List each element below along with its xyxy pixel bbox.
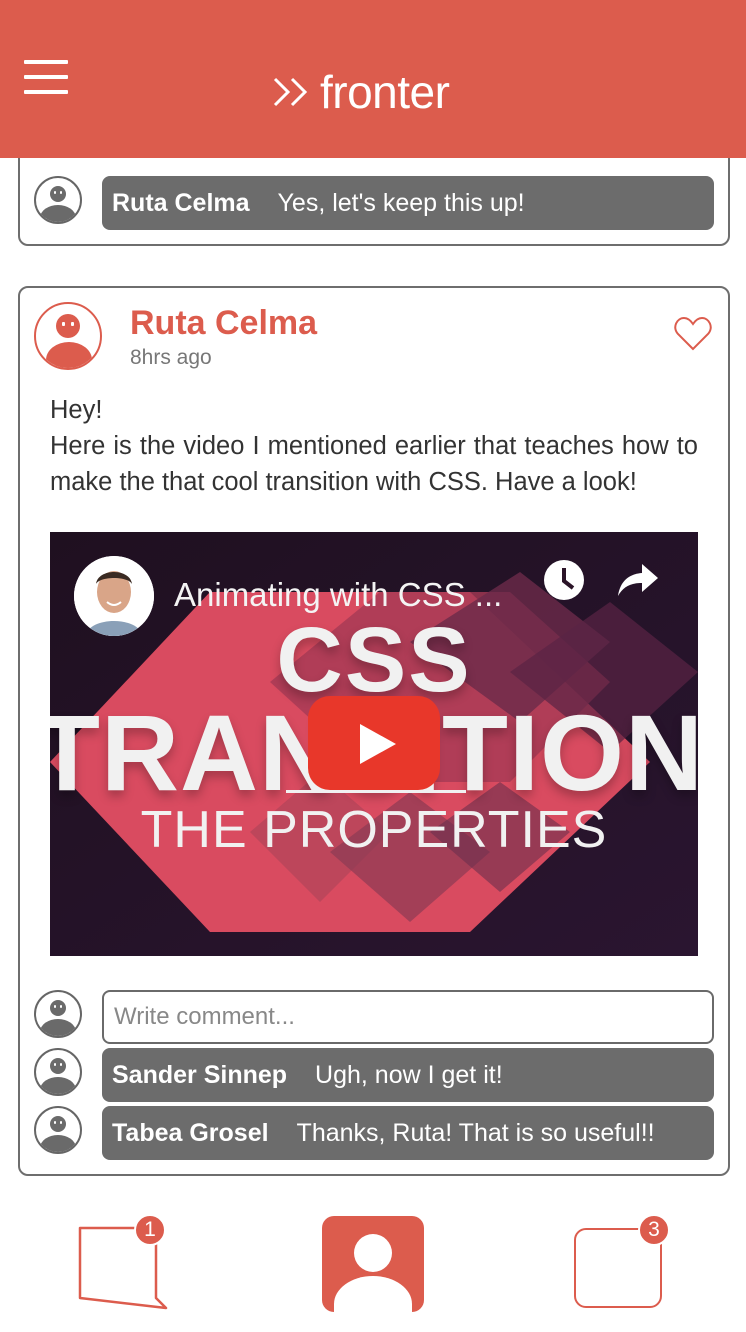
thumbnail-divider	[286, 790, 466, 793]
post-time: 8hrs ago	[130, 346, 212, 369]
comment-text: Yes, let's keep this up!	[277, 188, 525, 217]
thumbnail-subtitle: THE PROPERTIES	[140, 801, 608, 859]
post-author[interactable]: Ruta Celma	[130, 304, 317, 343]
share-icon[interactable]	[616, 560, 660, 600]
messages-badge: 1	[134, 1214, 166, 1246]
current-user-avatar	[34, 990, 82, 1038]
comment-text: Thanks, Ruta! That is so useful!!	[296, 1118, 655, 1147]
video-embed[interactable]: Animating with CSS ... CSS TRANSITIONS T…	[50, 532, 698, 956]
watch-later-icon[interactable]	[542, 558, 586, 602]
comment-bubble: Sander Sinnep Ugh, now I get it!	[102, 1048, 714, 1102]
post-line: Hey!	[50, 396, 103, 424]
notifications-tab[interactable]: 3	[574, 1214, 670, 1308]
notifications-badge: 3	[638, 1214, 670, 1246]
post-line: Here is the video I mentioned earlier th…	[50, 432, 698, 496]
comment-bubble: Ruta Celma Yes, let's keep this up!	[102, 176, 714, 230]
play-button[interactable]	[308, 696, 440, 790]
comment-author: Ruta Celma	[112, 188, 250, 217]
comment-author: Tabea Grosel	[112, 1118, 269, 1147]
post-body: Hey! Here is the video I mentioned earli…	[50, 392, 698, 500]
comment-text: Ugh, now I get it!	[315, 1060, 503, 1089]
brand-name: fronter	[320, 66, 450, 118]
double-chevron-icon	[273, 77, 308, 107]
comment-author: Sander Sinnep	[112, 1060, 288, 1089]
messages-tab[interactable]: 1	[76, 1214, 172, 1314]
bottom-nav: 1 3	[0, 1196, 746, 1332]
comment-bubble: Tabea Grosel Thanks, Ruta! That is so us…	[102, 1106, 714, 1160]
commenter-avatar	[34, 1048, 82, 1096]
heart-icon[interactable]	[674, 316, 712, 352]
profile-icon	[354, 1234, 392, 1272]
commenter-avatar	[34, 1106, 82, 1154]
post-card: Ruta Celma 8hrs ago Hey! Here is the vid…	[18, 286, 730, 1176]
comment-input[interactable]	[102, 990, 714, 1044]
profile-tab[interactable]	[322, 1216, 424, 1312]
app-header: fronter	[0, 0, 746, 158]
menu-icon[interactable]	[24, 60, 68, 96]
brand-logo[interactable]: fronter	[272, 64, 450, 120]
author-avatar[interactable]	[34, 302, 102, 370]
commenter-avatar	[34, 176, 82, 224]
